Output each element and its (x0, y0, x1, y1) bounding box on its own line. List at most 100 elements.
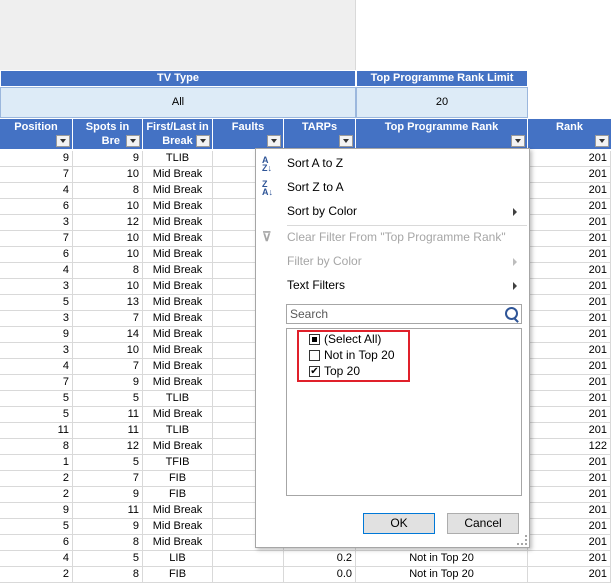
cell-position[interactable]: 7 (0, 231, 73, 246)
cell-spots[interactable]: 7 (73, 311, 143, 326)
cell-first-last[interactable]: Mid Break (143, 439, 213, 454)
cell-tarps[interactable]: 0.0 (284, 567, 356, 582)
cell-first-last[interactable]: Mid Break (143, 407, 213, 422)
cell-position[interactable]: 2 (0, 471, 73, 486)
cell-rank[interactable]: 201 (528, 391, 611, 406)
filter-dropdown-button[interactable] (339, 135, 353, 147)
cell-rank[interactable]: 201 (528, 519, 611, 534)
cell-rank[interactable]: 201 (528, 375, 611, 390)
cell-rank[interactable]: 201 (528, 423, 611, 438)
cell-spots[interactable]: 12 (73, 439, 143, 454)
cell-rank[interactable]: 201 (528, 503, 611, 518)
cell-spots[interactable]: 10 (73, 231, 143, 246)
cell-position[interactable]: 5 (0, 391, 73, 406)
cell-rank[interactable]: 201 (528, 231, 611, 246)
cell-rank[interactable]: 201 (528, 359, 611, 374)
cell-spots[interactable]: 5 (73, 455, 143, 470)
cell-position[interactable]: 3 (0, 311, 73, 326)
cell-position[interactable]: 9 (0, 151, 73, 166)
sort-by-color-item[interactable]: Sort by Color (256, 200, 529, 222)
cell-position[interactable]: 2 (0, 487, 73, 502)
cell-rank[interactable]: 201 (528, 407, 611, 422)
cell-first-last[interactable]: TFIB (143, 455, 213, 470)
cell-spots[interactable]: 11 (73, 423, 143, 438)
tv-type-value-cell[interactable]: All (0, 87, 356, 118)
cell-spots[interactable]: 5 (73, 391, 143, 406)
cell-spots[interactable]: 9 (73, 151, 143, 166)
cell-first-last[interactable]: Mid Break (143, 535, 213, 550)
cell-spots[interactable]: 7 (73, 471, 143, 486)
cell-rank[interactable]: 201 (528, 247, 611, 262)
cell-spots[interactable]: 13 (73, 295, 143, 310)
cell-first-last[interactable]: Mid Break (143, 215, 213, 230)
rank-limit-value-cell[interactable]: 20 (356, 87, 528, 118)
cell-rank[interactable]: 201 (528, 199, 611, 214)
cell-rank[interactable]: 201 (528, 327, 611, 342)
cell-first-last[interactable]: Mid Break (143, 375, 213, 390)
cell-first-last[interactable]: Mid Break (143, 247, 213, 262)
cell-position[interactable]: 9 (0, 327, 73, 342)
cell-rank[interactable]: 201 (528, 263, 611, 278)
cell-position[interactable]: 7 (0, 375, 73, 390)
clear-filter-item[interactable]: ⊽ Clear Filter From "Top Programme Rank" (256, 226, 529, 248)
cell-position[interactable]: 4 (0, 359, 73, 374)
cell-position[interactable]: 3 (0, 343, 73, 358)
cell-spots[interactable]: 8 (73, 567, 143, 582)
cell-rank[interactable]: 201 (528, 311, 611, 326)
cell-first-last[interactable]: FIB (143, 567, 213, 582)
cell-top[interactable]: Not in Top 20 (356, 567, 528, 582)
cell-position[interactable]: 5 (0, 407, 73, 422)
cell-spots[interactable]: 8 (73, 263, 143, 278)
cell-spots[interactable]: 10 (73, 247, 143, 262)
cell-first-last[interactable]: Mid Break (143, 295, 213, 310)
cell-rank[interactable]: 201 (528, 215, 611, 230)
filter-dropdown-button[interactable] (56, 135, 70, 147)
cell-first-last[interactable]: Mid Break (143, 343, 213, 358)
search-input[interactable]: Search (286, 304, 522, 324)
cell-spots[interactable]: 9 (73, 519, 143, 534)
cell-first-last[interactable]: Mid Break (143, 311, 213, 326)
cell-spots[interactable]: 14 (73, 327, 143, 342)
filter-dropdown-button[interactable] (196, 135, 210, 147)
cell-spots[interactable]: 11 (73, 407, 143, 422)
filter-dropdown-button-active[interactable] (511, 135, 525, 147)
cell-spots[interactable]: 10 (73, 199, 143, 214)
cell-spots[interactable]: 10 (73, 279, 143, 294)
cell-position[interactable]: 11 (0, 423, 73, 438)
cell-spots[interactable]: 9 (73, 487, 143, 502)
cell-position[interactable]: 4 (0, 263, 73, 278)
cell-top[interactable]: Not in Top 20 (356, 551, 528, 566)
cell-first-last[interactable]: TLIB (143, 391, 213, 406)
cell-rank[interactable]: 201 (528, 455, 611, 470)
cell-first-last[interactable]: Mid Break (143, 327, 213, 342)
cell-position[interactable]: 8 (0, 439, 73, 454)
cell-spots[interactable]: 12 (73, 215, 143, 230)
cell-position[interactable]: 5 (0, 519, 73, 534)
cell-rank[interactable]: 201 (528, 183, 611, 198)
cell-rank[interactable]: 201 (528, 167, 611, 182)
cell-rank[interactable]: 201 (528, 487, 611, 502)
cell-first-last[interactable]: Mid Break (143, 263, 213, 278)
cell-spots[interactable]: 5 (73, 551, 143, 566)
cell-tarps[interactable]: 0.2 (284, 551, 356, 566)
cell-position[interactable]: 3 (0, 215, 73, 230)
cell-spots[interactable]: 8 (73, 535, 143, 550)
cell-spots[interactable]: 10 (73, 343, 143, 358)
cell-rank[interactable]: 201 (528, 279, 611, 294)
cancel-button[interactable]: Cancel (447, 513, 519, 534)
cell-rank[interactable]: 201 (528, 551, 611, 566)
cell-faults[interactable] (213, 551, 284, 566)
cell-position[interactable]: 6 (0, 247, 73, 262)
resize-grip[interactable] (517, 535, 527, 545)
cell-position[interactable]: 6 (0, 535, 73, 550)
filter-by-color-item[interactable]: Filter by Color (256, 250, 529, 272)
filter-dropdown-button[interactable] (126, 135, 140, 147)
cell-position[interactable]: 7 (0, 167, 73, 182)
cell-position[interactable]: 9 (0, 503, 73, 518)
cell-first-last[interactable]: TLIB (143, 151, 213, 166)
cell-position[interactable]: 6 (0, 199, 73, 214)
cell-rank[interactable]: 201 (528, 151, 611, 166)
cell-first-last[interactable]: Mid Break (143, 167, 213, 182)
cell-position[interactable]: 3 (0, 279, 73, 294)
cell-rank[interactable]: 201 (528, 567, 611, 582)
